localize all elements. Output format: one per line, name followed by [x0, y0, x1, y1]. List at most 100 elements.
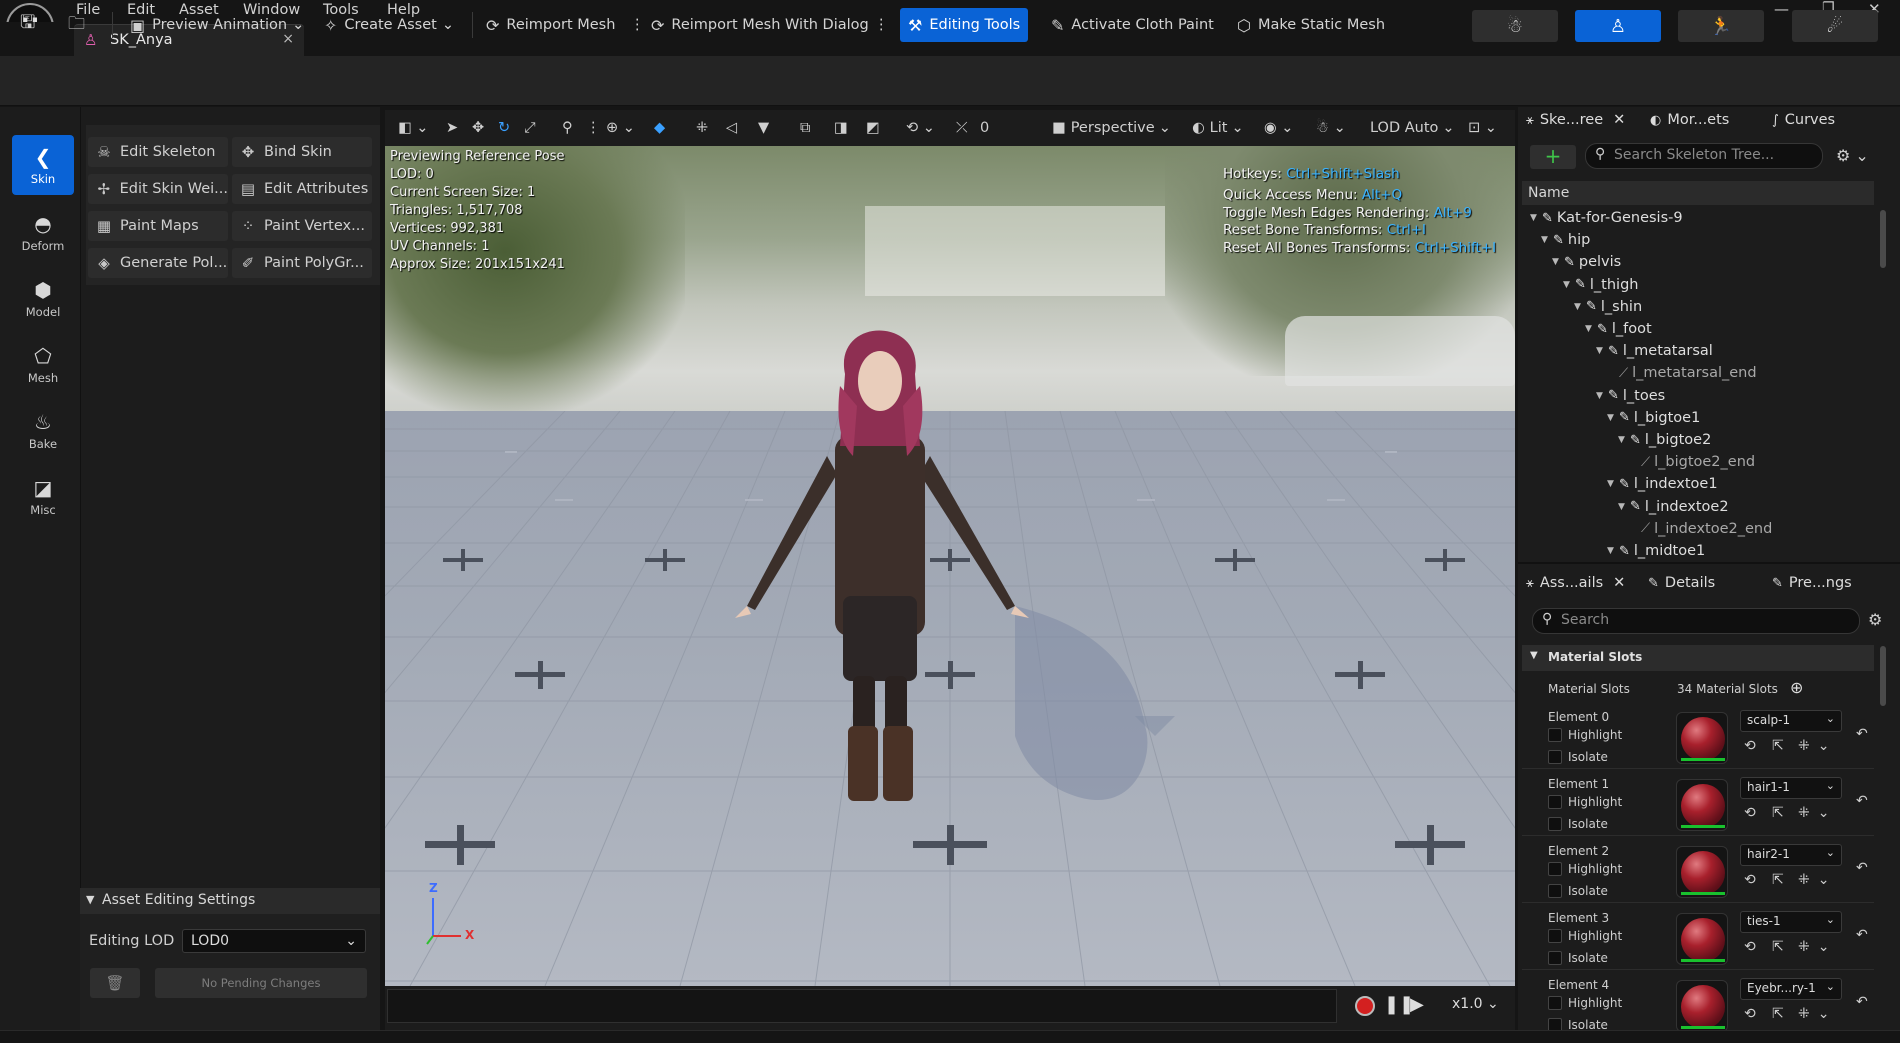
- physics-mode-button[interactable]: ☄: [1792, 10, 1878, 42]
- rotate-icon[interactable]: ↻: [498, 116, 510, 140]
- preview-animation-button[interactable]: ▣ Preview Animation ⌄: [122, 8, 312, 42]
- translate-icon[interactable]: ✥: [472, 116, 484, 140]
- viewport[interactable]: Previewing Reference Pose LOD: 0 Current…: [385, 146, 1515, 986]
- fov-value[interactable]: 0: [980, 116, 989, 140]
- rail-skin[interactable]: ❮ Skin: [12, 135, 74, 195]
- highlight-checkbox[interactable]: [1548, 795, 1562, 809]
- edit-skeleton-button[interactable]: ☠ Edit Skeleton: [88, 137, 228, 167]
- tree-row[interactable]: ▼ ✎ l_midtoe1: [1607, 540, 1705, 559]
- expand-triangle-icon[interactable]: ▼: [1530, 213, 1542, 223]
- use-selected-icon[interactable]: ⇱: [1772, 872, 1792, 888]
- editing-lod-select[interactable]: LOD0 ⌄: [182, 929, 366, 953]
- tree-row[interactable]: ▼ ✎ l_indextoe1: [1607, 473, 1718, 495]
- material-select[interactable]: ties-1 ⌄: [1740, 911, 1842, 933]
- browse-material-icon[interactable]: ⟲: [1744, 738, 1764, 754]
- add-socket-button[interactable]: +: [1530, 145, 1576, 169]
- create-asset-button[interactable]: ✧ Create Asset ⌄: [316, 8, 462, 42]
- isolate-checkbox[interactable]: [1548, 1018, 1562, 1030]
- tree-row[interactable]: ▼ ✎ l_foot: [1585, 318, 1652, 340]
- isolate-checkbox[interactable]: [1548, 750, 1562, 764]
- expand-triangle-icon[interactable]: ▼: [1618, 435, 1630, 445]
- delete-icon[interactable]: 🗑: [90, 968, 140, 998]
- grid-snap-icon[interactable]: ⁜: [696, 116, 708, 140]
- material-thumbnail[interactable]: [1676, 913, 1728, 965]
- reimport-dialog-options-icon[interactable]: ⋮: [866, 8, 897, 42]
- more-options-icon[interactable]: ⋮: [586, 116, 601, 140]
- material-select[interactable]: Eyebr...ry-1 ⌄: [1740, 978, 1842, 1000]
- rotation-snap-icon[interactable]: ◁: [726, 116, 737, 140]
- close-tab-icon[interactable]: ✕: [1613, 112, 1625, 128]
- use-selected-icon[interactable]: ⇱: [1772, 805, 1792, 821]
- show-flags-icon[interactable]: ◉ ⌄: [1264, 116, 1293, 140]
- reimport-mesh-dialog-button[interactable]: ⟳ Reimport Mesh With Dialog: [643, 8, 877, 42]
- material-options-icon[interactable]: ⁜⌄: [1798, 872, 1837, 888]
- expand-triangle-icon[interactable]: ▼: [1618, 502, 1630, 512]
- reset-to-default-icon[interactable]: ↶: [1856, 860, 1876, 876]
- tab-asset-details[interactable]: ⚹ Ass...ails ✕: [1526, 575, 1625, 591]
- use-selected-icon[interactable]: ⇱: [1772, 738, 1792, 754]
- activate-cloth-paint-button[interactable]: ✎ Activate Cloth Paint: [1043, 8, 1222, 42]
- tree-row[interactable]: ⟋ l_metatarsal_end: [1607, 362, 1757, 384]
- tree-scrollbar[interactable]: [1880, 210, 1886, 268]
- coordinate-space-icon[interactable]: ⊕ ⌄: [606, 116, 635, 140]
- rail-deform[interactable]: ◓ Deform: [12, 202, 74, 262]
- tree-row[interactable]: ▼ ✎ hip: [1541, 229, 1590, 251]
- browse-material-icon[interactable]: ⟲: [1744, 805, 1764, 821]
- use-selected-icon[interactable]: ⇱: [1772, 939, 1792, 955]
- material-options-icon[interactable]: ⁜⌄: [1798, 1006, 1837, 1022]
- tree-row[interactable]: ⟋ l_indextoe2_end: [1629, 518, 1772, 540]
- scale-snap-icon[interactable]: ▼: [758, 116, 769, 140]
- select-icon[interactable]: ➤: [446, 116, 458, 140]
- material-thumbnail[interactable]: [1676, 779, 1728, 831]
- tree-row[interactable]: ▼ ✎ l_metatarsal: [1596, 340, 1713, 362]
- tree-row[interactable]: ▼ ✎ l_thigh: [1563, 274, 1638, 296]
- expand-triangle-icon[interactable]: ▼: [1607, 413, 1619, 423]
- minimize-icon[interactable]: —: [1774, 0, 1789, 18]
- expand-triangle-icon[interactable]: ▼: [1596, 391, 1608, 401]
- material-options-icon[interactable]: ⁜⌄: [1798, 805, 1837, 821]
- use-selected-icon[interactable]: ⇱: [1772, 1006, 1792, 1022]
- material-options-icon[interactable]: ⁜⌄: [1798, 738, 1837, 754]
- material-slots-section[interactable]: ▼ Material Slots: [1522, 645, 1874, 671]
- generate-polygroups-button[interactable]: ◈ Generate Pol...: [88, 248, 228, 278]
- expand-triangle-icon[interactable]: ▼: [1596, 346, 1608, 356]
- browse-material-icon[interactable]: ⟲: [1744, 1006, 1764, 1022]
- tree-row[interactable]: ▼ ✎ l_bigtoe1: [1607, 407, 1700, 429]
- save-icon[interactable]: 🖫: [12, 8, 43, 42]
- reset-to-default-icon[interactable]: ↶: [1856, 927, 1876, 943]
- tab-curves[interactable]: ∫ Curves: [1772, 112, 1835, 128]
- fov-icon[interactable]: ⤫: [956, 116, 968, 140]
- paint-vertex-button[interactable]: ⁘ Paint Vertex...: [232, 211, 372, 241]
- play-icon[interactable]: ▶: [1410, 994, 1424, 1015]
- details-search-input[interactable]: ⚲ Search: [1532, 608, 1860, 634]
- bind-skin-button[interactable]: ✥ Bind Skin: [232, 137, 372, 167]
- expand-triangle-icon[interactable]: ▼: [1574, 302, 1586, 312]
- skeleton-search-input[interactable]: ⚲ Search Skeleton Tree...: [1585, 143, 1823, 169]
- material-thumbnail[interactable]: [1676, 712, 1728, 764]
- surface-snap-icon[interactable]: ◆: [654, 116, 665, 140]
- pending-changes-button[interactable]: No Pending Changes: [155, 968, 367, 998]
- close-tab-icon[interactable]: ✕: [1613, 575, 1625, 591]
- browse-icon[interactable]: 🗀: [60, 8, 93, 42]
- paint-polygroups-button[interactable]: ✐ Paint PolyGr...: [232, 248, 372, 278]
- edit-skin-weights-button[interactable]: ✢ Edit Skin Wei...: [88, 174, 228, 204]
- record-icon[interactable]: [1355, 996, 1375, 1016]
- asset-editing-settings-header[interactable]: ▼ Asset Editing Settings: [80, 888, 380, 914]
- rail-model[interactable]: ⬢ Model: [12, 268, 74, 328]
- lod-dropdown[interactable]: LOD Auto ⌄: [1370, 116, 1455, 140]
- expand-triangle-icon[interactable]: ▼: [1607, 546, 1619, 556]
- expand-triangle-icon[interactable]: ▼: [1563, 280, 1575, 290]
- mesh-mode-button[interactable]: ♙: [1575, 10, 1661, 42]
- rail-bake[interactable]: ♨ Bake: [12, 400, 74, 460]
- make-static-mesh-button[interactable]: ⬡ Make Static Mesh: [1229, 8, 1393, 42]
- tab-skeleton-tree[interactable]: ⚹ Ske...ree ✕: [1526, 112, 1625, 128]
- tab-preview-settings[interactable]: ✎ Pre...ngs: [1772, 575, 1852, 591]
- tab-details[interactable]: ✎ Details: [1648, 575, 1715, 591]
- screenshot-icon[interactable]: ⊡ ⌄: [1468, 116, 1497, 140]
- tree-row[interactable]: ▼ ✎ l_indextoe2: [1618, 496, 1729, 518]
- lit-dropdown[interactable]: ◐ Lit ⌄: [1192, 116, 1244, 140]
- scale-icon[interactable]: ⤢: [524, 116, 536, 140]
- expand-triangle-icon[interactable]: ▼: [1552, 257, 1564, 267]
- character-icon[interactable]: ☃ ⌄: [1316, 116, 1346, 140]
- expand-triangle-icon[interactable]: ▼: [1585, 324, 1597, 334]
